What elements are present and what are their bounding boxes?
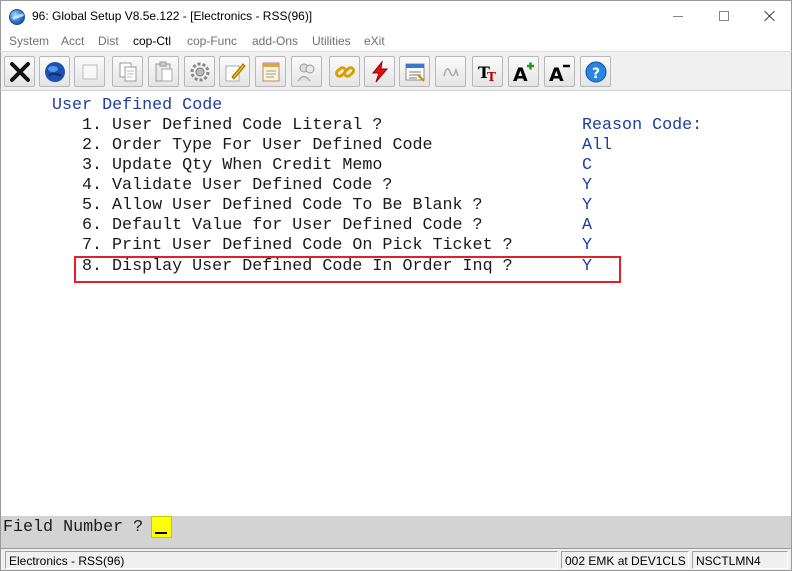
menu-cop-ctl[interactable]: cop-Ctl [133, 34, 171, 48]
status-bar: Electronics - RSS(96) 002 EMK at DEV1CLS… [0, 548, 792, 571]
toolbar-exit-button[interactable] [4, 56, 35, 87]
field-label-5[interactable]: 5. Allow User Defined Code To Be Blank ? [82, 196, 483, 216]
close-icon [764, 10, 776, 22]
menu-acct[interactable]: Acct [61, 34, 84, 48]
close-window-button[interactable] [747, 1, 792, 31]
users-icon [297, 63, 314, 81]
svg-text:A: A [513, 64, 528, 84]
toolbar-font-increase-button[interactable]: A [508, 56, 539, 87]
toolbar-signature-button[interactable] [435, 56, 466, 87]
status-user: 002 EMK at DEV1CLS [561, 551, 689, 569]
copy-icon [119, 62, 136, 81]
field-value-5: Y [582, 196, 593, 215]
app-globe-icon[interactable] [9, 9, 25, 25]
highlight-box-field-8 [74, 256, 621, 283]
field-value-4: Y [582, 176, 593, 195]
screen-title: User Defined Code [52, 96, 223, 115]
svg-text:A: A [549, 64, 564, 84]
field-label-2[interactable]: 2. Order Type For User Defined Code [82, 136, 433, 156]
menu-add-ons[interactable]: add-Ons [252, 34, 298, 48]
paste-icon [155, 61, 172, 81]
lightning-icon [371, 59, 388, 82]
svg-text:T: T [487, 70, 496, 84]
field-value-2: All [582, 136, 613, 155]
toolbar-font-button[interactable]: TT [472, 56, 503, 87]
close-icon [9, 61, 30, 82]
toolbar: TT A A ? [0, 51, 792, 91]
field-value-7: Y [582, 236, 593, 255]
toolbar-link-button[interactable] [329, 56, 360, 87]
menu-bar: System Acct Dist cop-Ctl cop-Func add-On… [0, 31, 792, 51]
toolbar-users-button[interactable] [291, 56, 322, 87]
calculator-icon [405, 63, 425, 82]
toolbar-globe-button[interactable] [39, 56, 70, 87]
title-bar: 96: Global Setup V8.5e.122 - [Electronic… [0, 0, 792, 31]
font-increase-icon: A [513, 62, 534, 84]
field-value-1: Reason Code: [582, 116, 703, 135]
font-icon: TT [478, 63, 496, 84]
status-program: NSCTLMN4 [692, 551, 788, 569]
toolbar-paste-button[interactable] [148, 56, 179, 87]
toolbar-settings-button[interactable] [184, 56, 215, 87]
minimize-icon [673, 15, 683, 17]
blank-icon [82, 64, 97, 79]
window-title: 96: Global Setup V8.5e.122 - [Electronic… [32, 9, 313, 23]
field-label-7[interactable]: 7. Print User Defined Code On Pick Ticke… [82, 236, 513, 256]
signature-icon [442, 67, 459, 76]
toolbar-blank-button[interactable] [74, 56, 105, 87]
notepad-icon [262, 62, 279, 81]
settings-icon [190, 62, 209, 81]
menu-system[interactable]: System [9, 34, 49, 48]
field-label-3[interactable]: 3. Update Qty When Credit Memo [82, 156, 382, 176]
toolbar-font-decrease-button[interactable]: A [544, 56, 575, 87]
field-number-prompt: Field Number ? [3, 518, 144, 537]
terminal-screen: User Defined Code 1. User Defined Code L… [0, 91, 792, 516]
menu-cop-func[interactable]: cop-Func [187, 34, 237, 48]
field-label-1[interactable]: 1. User Defined Code Literal ? [82, 116, 382, 136]
toolbar-run-button[interactable] [364, 56, 395, 87]
toolbar-edit-button[interactable] [219, 56, 250, 87]
chain-icon [334, 65, 355, 78]
menu-dist[interactable]: Dist [98, 34, 119, 48]
menu-utilities[interactable]: Utilities [312, 34, 351, 48]
command-bar: Field Number ? [0, 516, 792, 548]
field-value-6: A [582, 216, 593, 235]
toolbar-calculator-button[interactable] [399, 56, 430, 87]
field-label-4[interactable]: 4. Validate User Defined Code ? [82, 176, 392, 196]
toolbar-notepad-button[interactable] [255, 56, 286, 87]
toolbar-copy-button[interactable] [112, 56, 143, 87]
font-decrease-icon: A [549, 64, 570, 84]
maximize-icon [719, 11, 729, 21]
globe-icon [44, 61, 65, 82]
menu-exit[interactable]: eXit [364, 34, 385, 48]
help-icon: ? [585, 61, 606, 82]
minimize-button[interactable] [655, 1, 701, 31]
field-number-input[interactable] [151, 516, 172, 538]
status-company: Electronics - RSS(96) [5, 551, 558, 569]
toolbar-help-button[interactable]: ? [580, 56, 611, 87]
field-value-3: C [582, 156, 593, 175]
maximize-button[interactable] [701, 1, 747, 31]
edit-icon [225, 62, 246, 81]
svg-text:?: ? [592, 66, 600, 82]
field-label-6[interactable]: 6. Default Value for User Defined Code ? [82, 216, 483, 236]
